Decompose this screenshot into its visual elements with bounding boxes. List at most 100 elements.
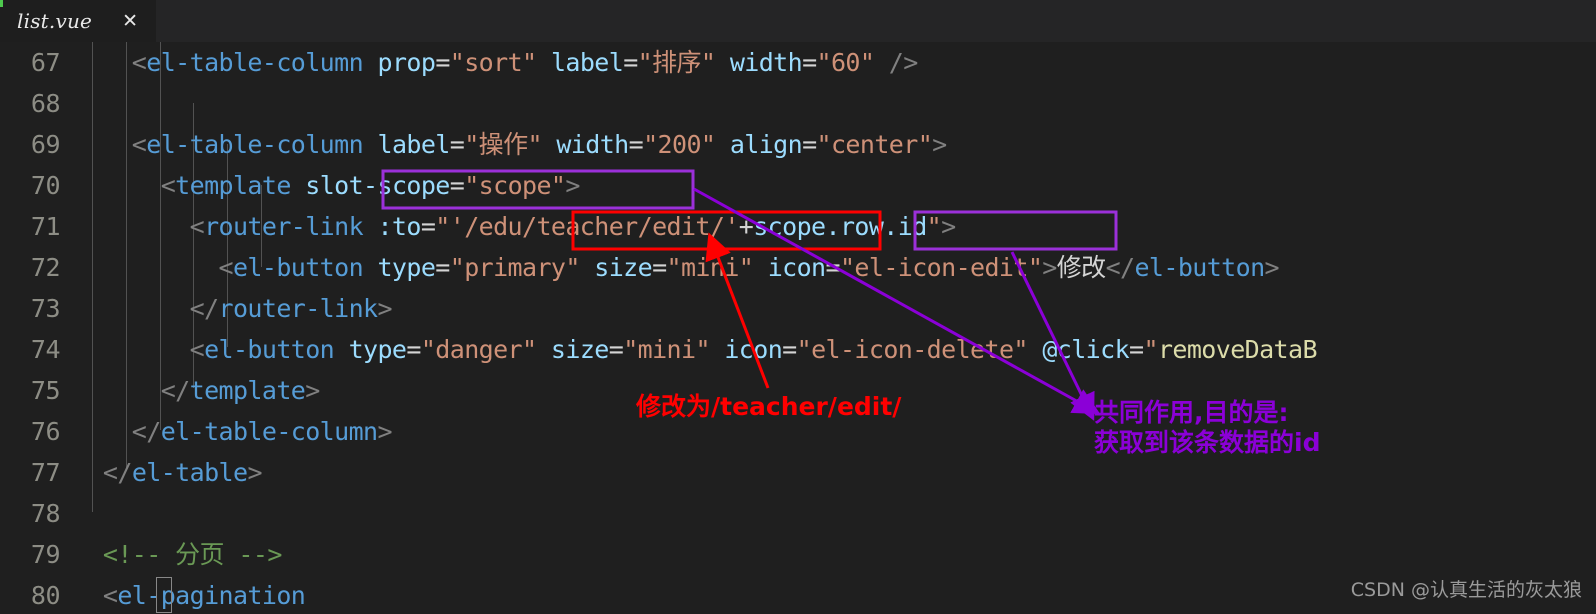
code-token: = — [628, 130, 644, 159]
line-number: 70 — [30, 171, 61, 200]
code-token: > — [305, 376, 320, 405]
code-line[interactable]: 80 <el-pagination — [0, 575, 1596, 614]
line-number: 67 — [30, 48, 61, 77]
code-token: < — [74, 335, 205, 364]
code-token: </ — [74, 376, 191, 405]
code-token: template — [189, 376, 306, 405]
code-line-content: <template slot-scope="scope"> — [74, 165, 581, 206]
code-token: > — [377, 417, 393, 446]
editor-tab-bar-empty-space — [156, 0, 1596, 42]
code-token: @click — [1042, 335, 1130, 364]
code-token: = — [420, 212, 436, 241]
code-line-content: </el-table> — [74, 452, 263, 493]
code-token: "排序" — [637, 48, 716, 77]
code-token: el-table-column — [160, 417, 378, 446]
code-token: = — [782, 335, 797, 364]
code-line-content: <router-link :to="'/edu/teacher/edit/'+s… — [74, 206, 957, 247]
line-number: 69 — [30, 130, 61, 159]
code-token: <!-- 分页 --> — [74, 540, 282, 569]
code-token: < — [74, 171, 176, 200]
code-line[interactable]: 68 — [0, 83, 1596, 124]
line-number: 71 — [30, 212, 61, 241]
code-line[interactable]: 71 <router-link :to="'/edu/teacher/edit/… — [0, 206, 1596, 247]
code-line[interactable]: 75 </template> — [0, 370, 1596, 411]
code-line-content: <el-button type="danger" size="mini" ico… — [74, 329, 1318, 370]
code-token: el-table-column — [146, 130, 364, 159]
code-line[interactable]: 67 <el-table-column prop="sort" label="排… — [0, 42, 1596, 83]
editor-tab-list-vue[interactable]: list.vue ✕ — [0, 0, 156, 42]
code-token: width — [729, 48, 803, 77]
code-token: el-pagination — [117, 581, 306, 610]
code-token: > — [565, 171, 580, 200]
editor-tab-bar: list.vue ✕ — [0, 0, 1596, 42]
code-line[interactable]: 70 <template slot-scope="scope"> — [0, 165, 1596, 206]
close-icon[interactable]: ✕ — [118, 10, 142, 33]
code-token: align — [729, 130, 803, 159]
line-number: 76 — [30, 417, 61, 446]
code-token: el-table — [131, 458, 248, 487]
line-number: 68 — [30, 89, 61, 118]
code-line[interactable]: 79 <!-- 分页 --> — [0, 534, 1596, 575]
code-line[interactable]: 77 </el-table> — [0, 452, 1596, 493]
code-token: = — [449, 171, 465, 200]
code-token: type — [377, 253, 436, 282]
code-token: "primary" — [449, 253, 581, 282]
code-token: = — [406, 335, 421, 364]
code-token: "el-icon-edit" — [839, 253, 1043, 282]
code-token: "60" — [816, 48, 875, 77]
code-token: el-button — [232, 253, 364, 282]
code-token: "el-icon-delete" — [796, 335, 1029, 364]
code-line[interactable]: 76 </el-table-column> — [0, 411, 1596, 452]
code-token: type — [348, 335, 407, 364]
code-token: prop — [377, 48, 436, 77]
code-token: > — [247, 458, 262, 487]
code-token: icon — [767, 253, 826, 282]
code-line-content: <el-table-column label="操作" width="200" … — [74, 124, 947, 165]
code-token: width — [556, 130, 629, 159]
code-token: "'/edu/teacher/edit/' — [435, 212, 739, 241]
code-line-content: </el-table-column> — [74, 411, 393, 452]
code-token: "scope" — [464, 171, 566, 200]
code-token: < — [74, 253, 234, 282]
code-token: = — [802, 130, 817, 159]
code-line[interactable]: 69 <el-table-column label="操作" width="20… — [0, 124, 1596, 165]
code-token: < — [74, 48, 147, 77]
code-token: el-button — [1134, 253, 1265, 282]
code-token: = — [435, 48, 450, 77]
code-line-content: <!-- 分页 --> — [74, 534, 282, 575]
code-token: = — [608, 335, 624, 364]
editor-tab-label: list.vue — [17, 9, 93, 33]
code-lines-container: 67 <el-table-column prop="sort" label="排… — [0, 42, 1596, 614]
code-token: = — [449, 130, 465, 159]
code-editor-content[interactable]: 67 <el-table-column prop="sort" label="排… — [0, 42, 1596, 614]
code-line[interactable]: 78 — [0, 493, 1596, 534]
bracket-match-highlight — [156, 577, 172, 613]
code-token: < — [74, 130, 147, 159]
code-token: > — [941, 212, 956, 241]
code-token: el-table-column — [146, 48, 364, 77]
code-line[interactable]: 72 <el-button type="primary" size="mini"… — [0, 247, 1596, 288]
code-token: scope.row.id — [753, 212, 927, 241]
code-token: < — [102, 581, 118, 610]
code-token: = — [1129, 335, 1144, 364]
code-line[interactable]: 74 <el-button type="danger" size="mini" … — [0, 329, 1596, 370]
code-token: "mini" — [623, 335, 710, 364]
code-line-content: <el-table-column prop="sort" label="排序" … — [74, 42, 919, 83]
code-token: "danger" — [420, 335, 537, 364]
code-line-content: <el-pagination — [74, 575, 306, 614]
line-number: 72 — [30, 253, 61, 282]
code-token: = — [802, 48, 817, 77]
code-line[interactable]: 73 </router-link> — [0, 288, 1596, 329]
code-token: </ — [1105, 253, 1136, 282]
